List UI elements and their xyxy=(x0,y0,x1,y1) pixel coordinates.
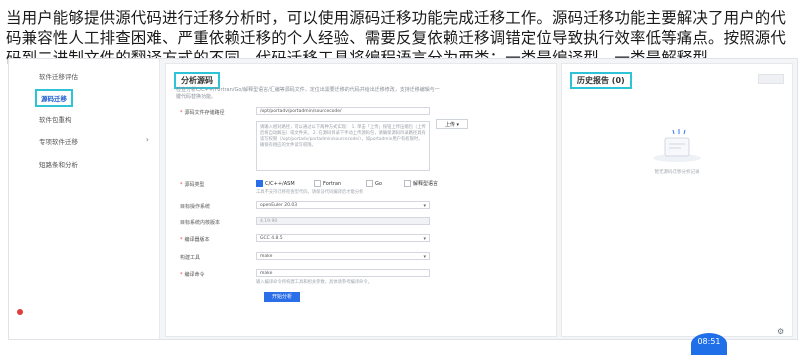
lang-option-c[interactable]: C/C++/ASM xyxy=(256,180,295,187)
chevron-down-icon: ▾ xyxy=(456,122,460,128)
build-cmd-label: * 编译命令 xyxy=(180,272,205,278)
sidebar-item-source-migration[interactable]: 源码迁移 xyxy=(35,89,73,107)
empty-state-icon xyxy=(653,129,701,162)
build-cmd-hint: 输入编译命令将构建工具和相关参数，具体请参考编译命令。 xyxy=(256,280,373,285)
upload-button[interactable]: 上传 ▾ xyxy=(436,119,468,129)
sidebar: 软件迁移评估 源码迁移 软件包重构 专项软件迁移 › 短路条和分析 xyxy=(9,59,160,339)
lang-option-go[interactable]: Go xyxy=(366,180,382,187)
lang-option-interpreted[interactable]: 解释型语言 xyxy=(404,180,438,187)
target-os-select[interactable]: openEuler 20.03 ▾ xyxy=(256,201,430,209)
target-os-label: 目标操作系统 xyxy=(180,204,211,210)
sidebar-item-special-migration[interactable]: 专项软件迁移 xyxy=(39,136,78,146)
sidebar-item-analysis[interactable]: 短路条和分析 xyxy=(39,159,78,169)
analysis-panel: 分析源码 检查分析C/C++/Fortran/Go/解释型语言/汇编等源码文件，… xyxy=(165,63,557,337)
target-kernel-field: 4.19.90 xyxy=(256,217,430,225)
time-badge: 08:51 xyxy=(691,333,727,355)
source-path-field[interactable]: /opt/portadv/portadmin/sourcecode/ xyxy=(256,107,430,115)
build-tool-select[interactable]: make ▾ xyxy=(256,252,430,260)
checkbox-icon[interactable] xyxy=(404,180,411,187)
settings-icon[interactable]: ⚙ xyxy=(777,327,784,336)
history-action-button[interactable] xyxy=(758,74,784,84)
lang-option-fortran[interactable]: Fortran xyxy=(314,180,341,187)
history-empty-text: 暂无源码迁移分析记录 xyxy=(654,170,700,175)
chevron-right-icon: › xyxy=(145,135,149,144)
chevron-down-icon: ▾ xyxy=(423,203,426,209)
language-hint: 工具不支持迁移检查型代码，请保证代码编译后才能分析 xyxy=(256,190,364,195)
source-path-label: * 源码文件存储路径 xyxy=(180,110,225,116)
app-screen: 软件迁移评估 源码迁移 软件包重构 专项软件迁移 › 短路条和分析 分析源码 检… xyxy=(8,58,798,355)
checkbox-icon[interactable] xyxy=(256,180,263,187)
target-kernel-label: 目标系统内核版本 xyxy=(180,220,221,226)
history-panel: 历史报告 (0) 暂无源码迁移分析记录 xyxy=(561,63,793,337)
checkbox-icon[interactable] xyxy=(314,180,321,187)
chevron-down-icon: ▾ xyxy=(423,236,426,242)
sidebar-item-package-rebuild[interactable]: 软件包重构 xyxy=(39,114,72,124)
compiler-label: * 编译器版本 xyxy=(180,237,210,243)
build-cmd-input[interactable]: make xyxy=(256,269,430,277)
build-tool-label: 构建工具 xyxy=(180,255,201,261)
start-analysis-button[interactable]: 开始分析 xyxy=(264,292,300,302)
sidebar-item-assessment[interactable]: 软件迁移评估 xyxy=(39,71,78,81)
panel-description: 检查分析C/C++/Fortran/Go/解释型语言/汇编等源码文件，定位出需要… xyxy=(176,87,440,100)
source-path-hint[interactable]: 请输入相对路径，可以通过以下两种方式实现： 1. 单击「上传」按钮上传压缩包（上… xyxy=(256,121,430,171)
language-label: * 源码类型 xyxy=(180,182,205,188)
chevron-down-icon: ▾ xyxy=(423,254,426,260)
checkbox-icon[interactable] xyxy=(366,180,373,187)
history-title: 历史报告 (0) xyxy=(570,72,632,89)
compiler-select[interactable]: GCC 4.8.5 ▾ xyxy=(256,234,430,242)
record-indicator-icon xyxy=(17,309,23,315)
